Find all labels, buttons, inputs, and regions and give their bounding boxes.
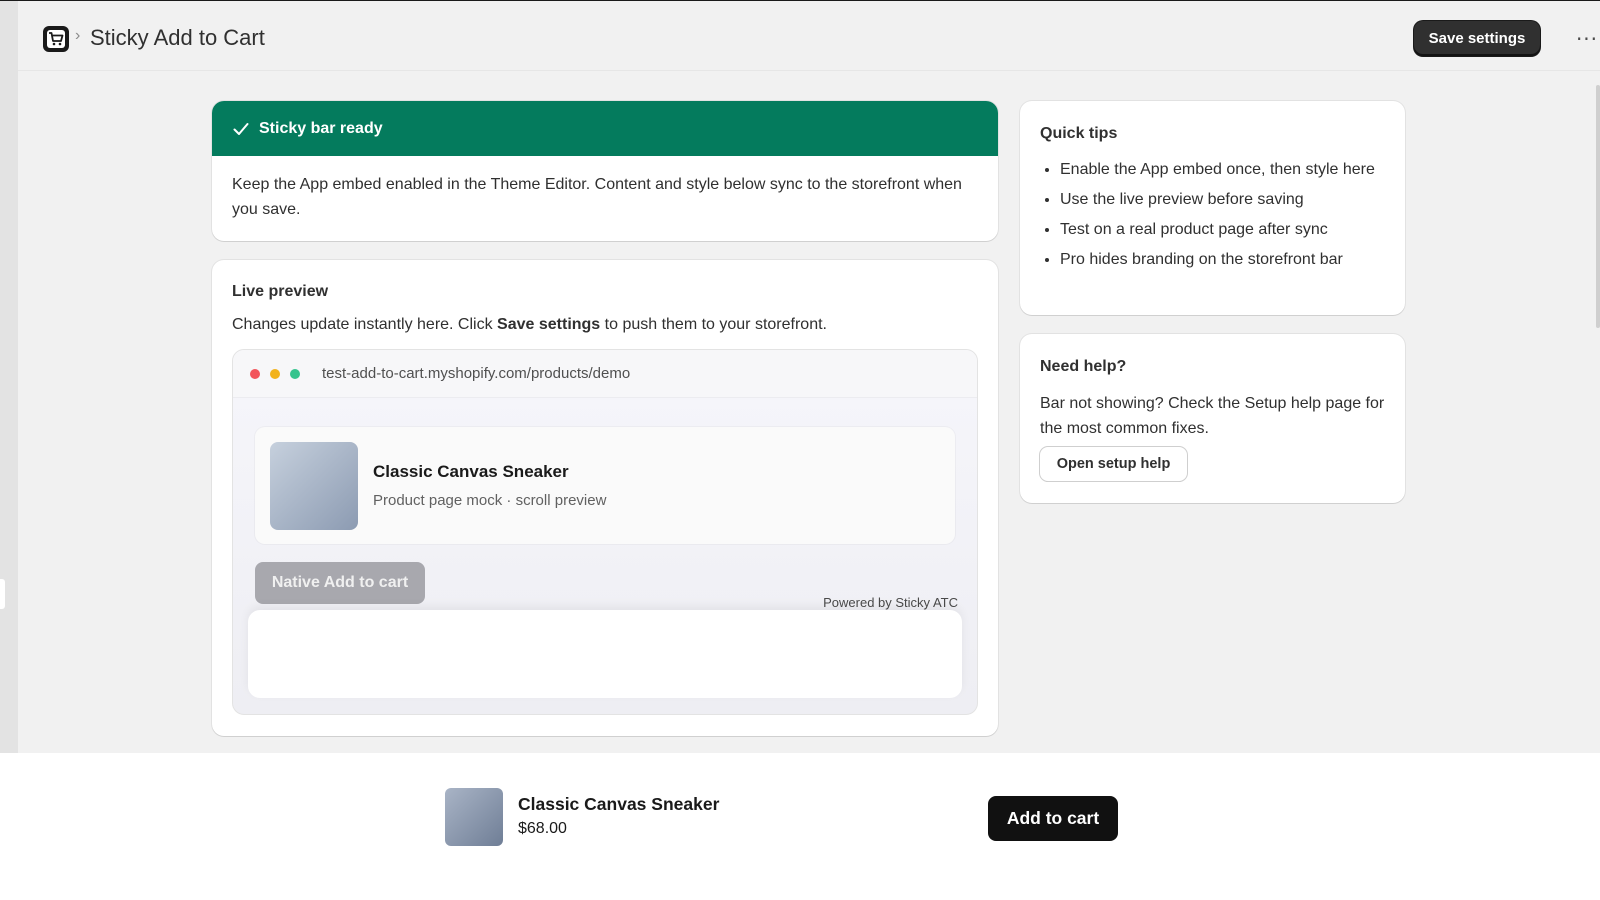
tip-item: Use the live preview before saving — [1060, 187, 1395, 212]
title-bar: › Sticky Add to Cart Save settings ··· — [18, 1, 1600, 71]
live-preview-heading: Live preview — [232, 283, 329, 300]
product-mock-card: Classic Canvas Sneaker Product page mock… — [255, 427, 955, 544]
need-help-heading: Need help? — [1040, 358, 1127, 375]
tip-item: Pro hides branding on the storefront bar — [1060, 247, 1395, 272]
mock-product-subtitle: Product page mock · scroll preview — [373, 492, 607, 509]
tip-item: Enable the App embed once, then style he… — [1060, 157, 1395, 182]
save-settings-button[interactable]: Save settings — [1414, 21, 1540, 56]
browser-url: test-add-to-cart.myshopify.com/products/… — [322, 365, 631, 382]
desc-text-after: to push them to your storefront. — [600, 316, 827, 333]
preview-sticky-bar — [248, 610, 962, 698]
banner-body: Keep the App embed enabled in the Theme … — [232, 176, 962, 218]
live-preview-description: Changes update instantly here. Click Sav… — [232, 316, 827, 334]
open-setup-help-button[interactable]: Open setup help — [1040, 447, 1187, 481]
maximize-dot-icon — [290, 368, 300, 379]
need-help-card: Need help? Bar not showing? Check the Se… — [1020, 334, 1405, 503]
tips-list: Enable the App embed once, then style he… — [1060, 157, 1395, 277]
mock-product-title: Classic Canvas Sneaker — [373, 462, 569, 481]
native-add-to-cart-button: Native Add to cart — [255, 562, 425, 604]
banner-header: Sticky bar ready — [212, 101, 998, 156]
desc-text-before: Changes update instantly here. Click — [232, 316, 498, 333]
minimize-dot-icon — [270, 368, 280, 379]
checkmark-icon — [233, 122, 249, 135]
live-preview-card: Live preview Changes update instantly he… — [212, 260, 998, 736]
admin-frame: › Sticky Add to Cart Save settings ··· S… — [0, 0, 1600, 754]
quick-tips-heading: Quick tips — [1040, 125, 1118, 142]
sticky-product-price: $68.00 — [518, 820, 567, 837]
banner-title: Sticky bar ready — [259, 119, 383, 137]
storefront-sticky-bar: Classic Canvas Sneaker $68.00 Add to car… — [0, 753, 1600, 900]
desc-text-bold: Save settings — [497, 316, 601, 333]
quick-tips-card: Quick tips Enable the App embed once, th… — [1020, 101, 1405, 315]
powered-by-label: Powered by Sticky ATC — [823, 595, 958, 610]
breadcrumb-separator: › — [75, 27, 81, 44]
cart-icon — [43, 26, 69, 52]
add-to-cart-button[interactable]: Add to cart — [988, 796, 1118, 841]
rail-handle[interactable] — [0, 579, 5, 609]
close-dot-icon — [250, 368, 260, 379]
sticky-product-image — [445, 788, 503, 846]
browser-mock: test-add-to-cart.myshopify.com/products/… — [232, 349, 978, 715]
product-image — [270, 442, 358, 530]
left-rail — [0, 1, 18, 754]
more-actions-button[interactable]: ··· — [1571, 23, 1600, 55]
need-help-text: Bar not showing? Check the Setup help pa… — [1040, 395, 1385, 437]
scrollbar[interactable] — [1596, 85, 1600, 328]
sticky-product-title: Classic Canvas Sneaker — [518, 794, 720, 814]
browser-address-bar: test-add-to-cart.myshopify.com/products/… — [233, 350, 977, 398]
page-title: Sticky Add to Cart — [90, 25, 265, 50]
status-banner: Sticky bar ready Keep the App embed enab… — [212, 101, 998, 241]
tip-item: Test on a real product page after sync — [1060, 217, 1395, 242]
